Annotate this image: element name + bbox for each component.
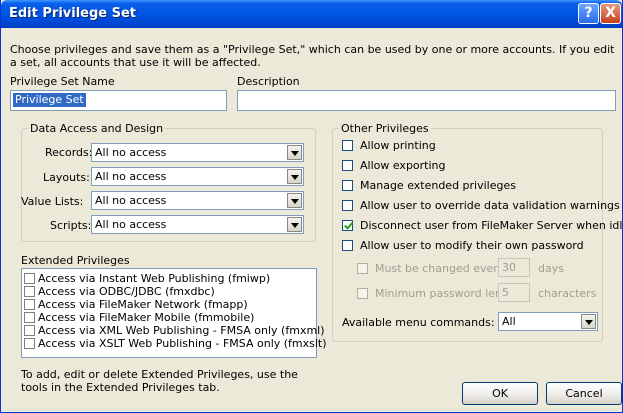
must-change-label: Must be changed every	[375, 262, 505, 275]
checkbox[interactable]	[342, 140, 353, 151]
extended-privileges-list[interactable]: Access via Instant Web Publishing (fmiwp…	[21, 268, 327, 358]
chevron-down-icon[interactable]	[287, 193, 302, 208]
must-change-days-input[interactable]: 30	[498, 258, 530, 277]
edit-privilege-set-dialog: Edit Privilege Set ? X Choose privileges…	[0, 0, 623, 413]
value-lists-value: All no access	[95, 194, 167, 207]
data-access-group-title: Data Access and Design	[28, 122, 166, 135]
checkbox[interactable]	[342, 240, 353, 251]
ok-button[interactable]: OK	[462, 382, 538, 405]
title-bar[interactable]: Edit Privilege Set ? X	[1, 0, 622, 28]
allow-exporting-label: Allow exporting	[360, 159, 446, 172]
menu-commands-value: All	[502, 315, 516, 328]
chevron-down-icon[interactable]	[581, 314, 596, 329]
scripts-dropdown[interactable]: All no access	[91, 215, 304, 234]
list-item-label: Access via XSLT Web Publishing - FMSA on…	[38, 337, 327, 350]
must-change-unit: days	[538, 262, 564, 275]
manage-extended-privileges-label: Manage extended privileges	[360, 179, 516, 192]
menu-commands-label: Available menu commands:	[342, 316, 495, 329]
checkbox[interactable]	[24, 338, 35, 349]
privilege-set-name-label: Privilege Set Name	[10, 75, 115, 88]
records-dropdown[interactable]: All no access	[91, 143, 304, 162]
records-value: All no access	[95, 146, 167, 159]
other-privileges-group-title: Other Privileges	[339, 122, 431, 135]
privilege-set-name-input[interactable]: Privilege Set	[10, 90, 227, 111]
chevron-down-icon[interactable]	[287, 217, 302, 232]
list-item-label: Access via ODBC/JDBC (fmxdbc)	[38, 285, 215, 298]
cancel-button[interactable]: Cancel	[546, 382, 622, 405]
checkbox[interactable]	[24, 325, 35, 336]
list-item-label: Access via XML Web Publishing - FMSA onl…	[38, 324, 325, 337]
chevron-down-icon[interactable]	[287, 145, 302, 160]
scripts-label: Scripts:	[50, 219, 92, 232]
list-item-label: Access via Instant Web Publishing (fmiwp…	[38, 272, 271, 285]
scripts-value: All no access	[95, 218, 167, 231]
checkbox[interactable]	[24, 273, 35, 284]
description-label: Description	[237, 75, 300, 88]
menu-commands-dropdown[interactable]: All	[498, 312, 598, 331]
extended-privileges-note: To add, edit or delete Extended Privileg…	[21, 368, 298, 394]
checkbox[interactable]	[357, 288, 368, 299]
checkbox[interactable]	[24, 299, 35, 310]
checkbox[interactable]	[342, 160, 353, 171]
list-item-label: Access via FileMaker Network (fmapp)	[38, 298, 248, 311]
records-label: Records:	[45, 146, 93, 159]
checkbox[interactable]	[342, 180, 353, 191]
help-button[interactable]: ?	[578, 3, 599, 24]
layouts-value: All no access	[95, 170, 167, 183]
checkbox[interactable]	[24, 312, 35, 323]
value-lists-dropdown[interactable]: All no access	[91, 191, 304, 210]
chevron-down-icon[interactable]	[287, 169, 302, 184]
checkbox-checked[interactable]	[342, 220, 353, 231]
checkbox[interactable]	[342, 200, 353, 211]
modify-password-label: Allow user to modify their own password	[360, 239, 584, 252]
window-title: Edit Privilege Set	[9, 6, 137, 21]
layouts-label: Layouts:	[43, 171, 90, 184]
disconnect-idle-label: Disconnect user from FileMaker Server wh…	[360, 219, 623, 232]
privilege-set-name-value: Privilege Set	[13, 93, 86, 107]
min-length-input[interactable]: 5	[498, 283, 530, 302]
min-length-unit: characters	[538, 287, 597, 300]
layouts-dropdown[interactable]: All no access	[91, 167, 304, 186]
close-button[interactable]: X	[600, 3, 621, 24]
description-input[interactable]	[237, 90, 616, 111]
checkbox[interactable]	[24, 286, 35, 297]
instructions-text: Choose privileges and save them as a "Pr…	[10, 43, 615, 69]
allow-printing-label: Allow printing	[360, 139, 436, 152]
value-lists-label: Value Lists:	[21, 195, 84, 208]
checkbox[interactable]	[357, 263, 368, 274]
extended-privileges-label: Extended Privileges	[21, 254, 130, 267]
list-item-label: Access via FileMaker Mobile (fmmobile)	[38, 311, 255, 324]
override-validation-label: Allow user to override data validation w…	[360, 199, 620, 212]
